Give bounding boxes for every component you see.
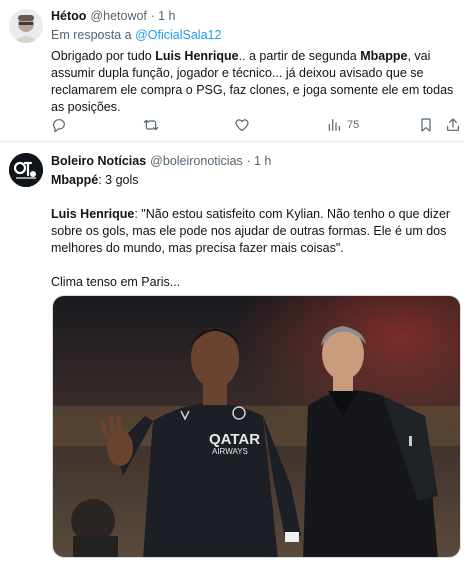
reply-prefix: Em resposta a [51,28,132,42]
tweet-reply[interactable]: Hétoo @hetowof · 1 h Em resposta a @Ofic… [0,0,464,142]
logo-icon [9,153,43,187]
avatar-image [9,9,43,43]
text-bold-name: Luis Henrique [51,206,135,221]
views-icon [328,119,340,131]
shirt-sponsor-text: QATAR [209,431,260,448]
reply-button[interactable] [51,117,67,133]
tweet-text-quote: Luis Henrique: "Não estou satisfeito com… [51,206,454,257]
reply-icon [53,119,65,133]
like-button[interactable] [234,117,250,133]
shirt-sponsor-subtext: AIRWAYS [212,447,248,456]
tweet-text-line1: Mbappé: 3 gols [51,172,454,189]
text-bold-name: Mbappe [360,48,408,63]
reply-mention-link[interactable]: @OficialSala12 [135,28,221,42]
tweet-header: Hétoo @hetowof · 1 h [51,8,454,25]
bookmark-icon [421,118,431,132]
separator-dot: · [150,9,156,23]
avatar-hetoo[interactable] [9,9,43,43]
text-part: .. a partir de segunda [238,48,361,63]
views-count: 75 [347,118,360,131]
author-name[interactable]: Hétoo [51,8,86,25]
avatar-boleiro-noticias[interactable] [9,153,43,187]
timestamp[interactable]: 1 h [254,153,271,170]
text-part: Obrigado por tudo [51,48,156,63]
text-bold-name: Mbappé [51,173,99,187]
author-name[interactable]: Boleiro Notícias [51,153,146,170]
text-bold-name: Luis Henrique [155,48,239,63]
text-part: : 3 gols [98,173,139,187]
like-icon [235,119,249,131]
tweet-header: Boleiro Notícias @boleironoticias · 1 h [51,153,454,170]
retweet-icon [143,119,159,131]
reply-context: Em resposta a @OficialSala12 [51,27,454,44]
tweet-actions: 75 [51,117,459,137]
views-button[interactable]: 75 [326,117,359,133]
share-button[interactable] [445,117,461,133]
author-handle[interactable]: @hetowof [90,8,146,25]
timestamp[interactable]: 1 h [158,8,175,25]
photo-image: QATAR AIRWAYS [53,296,460,557]
share-icon [447,118,459,131]
author-handle[interactable]: @boleironoticias [150,153,243,170]
tweet-text-closing: Clima tenso em Paris... [51,274,181,289]
bookmark-button[interactable] [418,117,434,133]
tweet-post[interactable]: Boleiro Notícias @boleironoticias · 1 h … [0,143,464,566]
separator-dot: · [246,154,251,168]
tweet-photo[interactable]: QATAR AIRWAYS [52,295,461,558]
tweet-text: Obrigado por tudo Luis Henrique.. a part… [51,48,454,116]
retweet-button[interactable] [143,117,159,133]
